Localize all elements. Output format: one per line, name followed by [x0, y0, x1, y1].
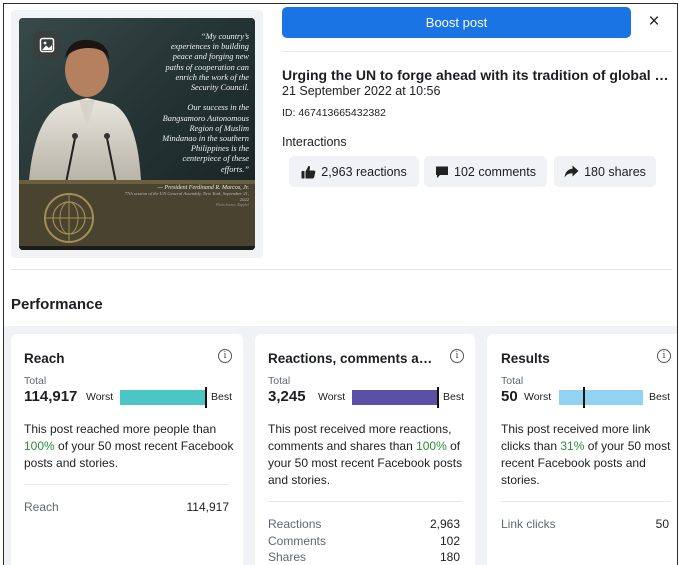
stat-value: 180 [439, 550, 460, 564]
total-value: 50 [501, 388, 518, 405]
post-title: Urging the UN to forge ahead with its tr… [282, 67, 672, 83]
best-label: Best [649, 391, 671, 403]
description-tail: of your 50 most recent Facebook posts an… [24, 439, 234, 470]
stat-label: Reactions [268, 517, 322, 531]
best-label: Best [211, 391, 233, 403]
engagement-card: Reactions, comments a… i Total 3,245 Wor… [255, 334, 475, 565]
card-divider [268, 501, 462, 502]
image-credit: Photo Source: Rappler [215, 203, 249, 207]
total-value: 3,245 [268, 388, 306, 405]
description-percent: 100% [416, 439, 447, 453]
stat-value: 50 [655, 517, 669, 531]
total-label: Total [268, 375, 291, 387]
performance-heading: Performance [11, 296, 103, 313]
info-icon[interactable]: i [218, 349, 232, 363]
section-divider [11, 269, 672, 270]
post-insights-dialog: “My country’s experiences in building pe… [3, 3, 678, 565]
info-icon[interactable]: i [657, 349, 671, 363]
image-attribution-detail: 77th session of the UN General Assembly,… [124, 191, 249, 202]
card-description: This post received more link clicks than… [501, 421, 671, 489]
post-image[interactable]: “My country’s experiences in building pe… [19, 18, 255, 250]
reactions-chip[interactable]: 2,963 reactions [289, 156, 419, 187]
close-icon[interactable]: × [644, 12, 664, 33]
stat-label: Comments [268, 534, 327, 548]
info-icon[interactable]: i [450, 349, 464, 363]
image-gallery-icon [33, 31, 61, 59]
card-divider [24, 484, 229, 485]
header-divider [282, 51, 672, 52]
best-label: Best [443, 391, 465, 403]
total-label: Total [501, 375, 524, 387]
worst-label: Worst [86, 391, 114, 403]
card-description: This post reached more people than 100% … [24, 421, 234, 472]
card-title: Reactions, comments a… [268, 351, 433, 366]
stat-label: Shares [268, 550, 307, 564]
boost-post-button[interactable]: Boost post [282, 7, 631, 38]
image-quote-text: “My country’s experiences in building pe… [162, 32, 249, 174]
post-thumbnail-panel: “My country’s experiences in building pe… [11, 10, 263, 258]
card-divider [501, 501, 671, 502]
worst-label: Worst [318, 391, 346, 403]
thumbs-up-icon [301, 165, 316, 178]
shares-chip[interactable]: 180 shares [554, 156, 656, 187]
card-title: Results [501, 351, 550, 366]
reactions-count: 2,963 reactions [321, 164, 407, 179]
stat-value: 114,917 [186, 500, 230, 514]
stat-label: Reach [24, 500, 59, 514]
reach-card: Reach i Total 114,917 Worst Best This po… [11, 334, 243, 565]
shares-count: 180 shares [584, 164, 646, 179]
total-label: Total [24, 375, 47, 387]
share-arrow-icon [564, 165, 579, 178]
stat-value: 102 [439, 534, 460, 548]
description-percent: 100% [24, 439, 55, 453]
performance-marker [437, 387, 439, 408]
description-lead: This post reached more people than [24, 422, 217, 436]
card-title: Reach [24, 351, 65, 366]
post-date: 21 September 2022 at 10:56 [282, 84, 441, 98]
worst-label: Worst [524, 391, 552, 403]
comment-icon [436, 166, 448, 178]
description-percent: 31% [560, 439, 585, 453]
comments-chip[interactable]: 102 comments [424, 156, 547, 187]
total-value: 114,917 [24, 388, 78, 405]
performance-bar [120, 387, 207, 408]
performance-bar [559, 387, 643, 408]
post-id: ID: 467413665432382 [282, 107, 386, 119]
stat-label: Link clicks [501, 517, 556, 531]
performance-marker [583, 387, 585, 408]
performance-bar [352, 387, 439, 408]
results-card: Results i Total 50 Worst Best This post … [487, 334, 677, 565]
comments-count: 102 comments [454, 164, 536, 179]
performance-marker [205, 387, 207, 408]
interactions-heading: Interactions [282, 135, 347, 149]
card-description: This post received more reactions, comme… [268, 421, 468, 489]
image-attribution: — President Ferdinand R. Marcos, Jr. 77t… [123, 185, 249, 207]
stat-value: 2,963 [429, 517, 460, 531]
